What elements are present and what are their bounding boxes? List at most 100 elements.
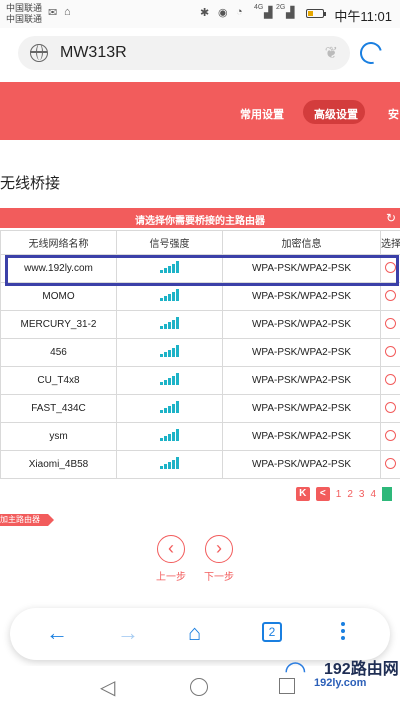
prev-page-button[interactable]: < (315, 487, 330, 501)
select-radio[interactable] (385, 457, 396, 469)
select-radio[interactable] (385, 401, 396, 413)
select-cell[interactable] (380, 310, 400, 339)
signal-strength-icon (160, 457, 179, 469)
back-arrow-icon[interactable]: ← (46, 622, 68, 644)
notification-icon: ✉ (48, 7, 58, 19)
more-menu-icon[interactable] (341, 622, 345, 643)
pagination: K < 1 2 3 4 (295, 487, 392, 501)
home-notification-icon: ⌂ (64, 6, 71, 18)
ssid-cell: CU_T4x8 (0, 366, 117, 395)
select-cell[interactable] (380, 282, 400, 311)
router-header: 常用设置 高级设置 安 (0, 82, 400, 140)
wifi-logo-icon: ◠ (284, 655, 307, 685)
prev-step-label[interactable]: 上一步 (156, 568, 186, 583)
table-row[interactable]: MERCURY_31-2 WPA-PSK/WPA2-PSK (0, 310, 400, 339)
system-home-icon[interactable] (190, 678, 208, 696)
carrier-1: 中国联通 (6, 3, 43, 13)
table-row[interactable]: CU_T4x8 WPA-PSK/WPA2-PSK (0, 366, 400, 395)
page-2[interactable]: 2 (347, 489, 353, 500)
select-radio[interactable] (385, 429, 396, 441)
col-ssid: 无线网络名称 (0, 230, 117, 255)
next-step-label[interactable]: 下一步 (204, 568, 234, 583)
paw-icon[interactable]: ❦ (325, 43, 338, 63)
carrier-2: 中国联通 (6, 14, 43, 24)
table-row[interactable]: MOMO WPA-PSK/WPA2-PSK (0, 282, 400, 311)
reload-icon[interactable] (355, 37, 387, 69)
globe-icon (30, 44, 48, 62)
add-main-router-button[interactable]: 加主路由器 (0, 514, 54, 526)
col-signal: 信号强度 (116, 230, 223, 255)
page-3[interactable]: 3 (359, 489, 365, 500)
security-cell: WPA-PSK/WPA2-PSK (222, 338, 381, 367)
nav-common-settings[interactable]: 常用设置 (240, 106, 284, 122)
select-cell[interactable] (380, 338, 400, 367)
next-page-button[interactable] (382, 487, 392, 501)
forward-arrow-icon[interactable]: → (117, 622, 139, 644)
signal-cell (116, 310, 223, 339)
signal-icon-2: ▟ (286, 7, 295, 19)
table-row[interactable]: FAST_434C WPA-PSK/WPA2-PSK (0, 394, 400, 423)
select-cell[interactable] (380, 394, 400, 423)
page-1[interactable]: 1 (336, 489, 342, 500)
ssid-cell: Xiaomi_4B58 (0, 450, 117, 479)
nav-more[interactable]: 安 (388, 106, 399, 122)
signal-icon: ▟ (264, 7, 273, 19)
signal-strength-icon (160, 317, 179, 329)
signal-cell (116, 282, 223, 311)
tabs-button[interactable]: 2 (262, 622, 282, 642)
ssid-cell: MOMO (0, 282, 117, 311)
prev-step-button[interactable]: ‹ (157, 535, 185, 563)
battery-icon (306, 9, 326, 18)
watermark-brand: 192路由网 (324, 661, 399, 678)
signal-strength-icon (160, 401, 179, 413)
select-radio[interactable] (385, 317, 396, 329)
select-radio[interactable] (385, 345, 396, 357)
refresh-icon[interactable]: ↻ (386, 211, 396, 225)
table-header-row: 无线网络名称 信号强度 加密信息 选择 (0, 230, 400, 255)
signal-strength-icon (160, 429, 179, 441)
signal-cell (116, 338, 223, 367)
col-security: 加密信息 (222, 230, 381, 255)
security-cell: WPA-PSK/WPA2-PSK (222, 366, 381, 395)
table-banner: 请选择你需要桥接的主路由器 ↻ (0, 208, 400, 228)
select-radio[interactable] (385, 373, 396, 385)
security-cell: WPA-PSK/WPA2-PSK (222, 282, 381, 311)
security-cell: WPA-PSK/WPA2-PSK (222, 394, 381, 423)
security-cell: WPA-PSK/WPA2-PSK (222, 310, 381, 339)
watermark-url: 192ly.com (314, 677, 367, 689)
table-row[interactable]: 456 WPA-PSK/WPA2-PSK (0, 338, 400, 367)
eye-icon: ◉ (218, 7, 228, 19)
home-icon[interactable]: ⌂ (188, 622, 201, 644)
table-banner-text: 请选择你需要桥接的主路由器 (135, 216, 265, 227)
next-step-button[interactable]: › (205, 535, 233, 563)
nav-advanced-settings[interactable]: 高级设置 (314, 106, 358, 122)
ssid-cell: FAST_434C (0, 394, 117, 423)
table-row[interactable]: ysm WPA-PSK/WPA2-PSK (0, 422, 400, 451)
watermark-logo: ◠ 192路由网 192ly.com (280, 655, 400, 689)
ssid-cell: 456 (0, 338, 117, 367)
select-cell[interactable] (380, 422, 400, 451)
network-2g-label: 2G (276, 4, 286, 11)
status-bar: 中国联通 中国联通 ✉ ⌂ ✱ ◉ ◔ 4G ▟ 2G ▟ 中午11:01 (0, 0, 400, 28)
network-4g-label: 4G (254, 4, 264, 11)
first-page-button[interactable]: K (295, 487, 310, 501)
address-bar[interactable]: MW313R ❦ (18, 36, 350, 70)
select-cell[interactable] (380, 450, 400, 479)
signal-strength-icon (160, 345, 179, 357)
ssid-cell: ysm (0, 422, 117, 451)
signal-cell (116, 394, 223, 423)
select-radio[interactable] (385, 289, 396, 301)
signal-strength-icon (160, 373, 179, 385)
clock: 中午11:01 (334, 9, 392, 24)
signal-cell (116, 422, 223, 451)
system-back-icon[interactable] (100, 675, 116, 700)
table-row[interactable]: Xiaomi_4B58 WPA-PSK/WPA2-PSK (0, 450, 400, 479)
page-4[interactable]: 4 (370, 489, 376, 500)
col-select: 选择 (380, 230, 400, 255)
address-text[interactable]: MW313R (60, 44, 127, 62)
security-cell: WPA-PSK/WPA2-PSK (222, 450, 381, 479)
select-cell[interactable] (380, 366, 400, 395)
signal-cell (116, 450, 223, 479)
ssid-cell: MERCURY_31-2 (0, 310, 117, 339)
signal-strength-icon (160, 289, 179, 301)
